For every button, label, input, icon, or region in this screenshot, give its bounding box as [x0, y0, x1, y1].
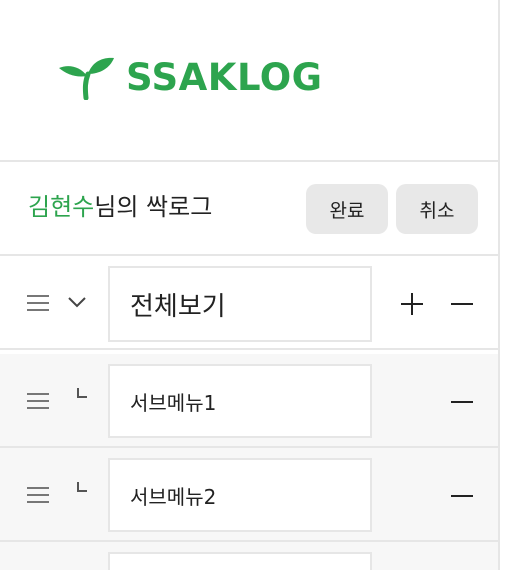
- remove-submenu-button[interactable]: [451, 484, 475, 508]
- sub-item-corner-icon: [74, 388, 88, 402]
- chevron-down-icon[interactable]: [66, 292, 88, 312]
- drag-handle-icon[interactable]: [27, 295, 49, 311]
- cancel-button[interactable]: 취소: [396, 184, 478, 234]
- logo-text: SSAKLOG: [126, 56, 323, 99]
- submenu-row: [0, 354, 498, 448]
- sprout-icon: [58, 56, 116, 100]
- done-button[interactable]: 완료: [306, 184, 388, 234]
- submenu-name-input[interactable]: [108, 552, 372, 570]
- submenu-name-input[interactable]: [108, 458, 372, 532]
- drag-handle-icon[interactable]: [27, 393, 49, 409]
- logo-header: SSAKLOG: [0, 0, 498, 162]
- user-name: 김현수: [28, 193, 95, 221]
- submenu-row: [0, 542, 498, 570]
- sub-item-corner-icon: [74, 482, 88, 496]
- submenu-name-input[interactable]: [108, 364, 372, 438]
- remove-submenu-button[interactable]: [451, 390, 475, 414]
- drag-handle-icon[interactable]: [27, 487, 49, 503]
- blog-title-suffix: 님의 싹로그: [94, 193, 213, 221]
- logo[interactable]: SSAKLOG: [58, 54, 323, 102]
- remove-menu-button[interactable]: [451, 292, 475, 316]
- user-bar: 김현수님의 싹로그 완료 취소: [0, 162, 498, 256]
- submenu-row: [0, 448, 498, 542]
- menu-row-main: [0, 256, 498, 350]
- add-submenu-button[interactable]: [401, 292, 425, 316]
- blog-owner-title: 김현수님의 싹로그: [28, 190, 212, 224]
- menu-settings-panel: SSAKLOG 김현수님의 싹로그 완료 취소: [0, 0, 500, 570]
- menu-name-input[interactable]: [108, 266, 372, 342]
